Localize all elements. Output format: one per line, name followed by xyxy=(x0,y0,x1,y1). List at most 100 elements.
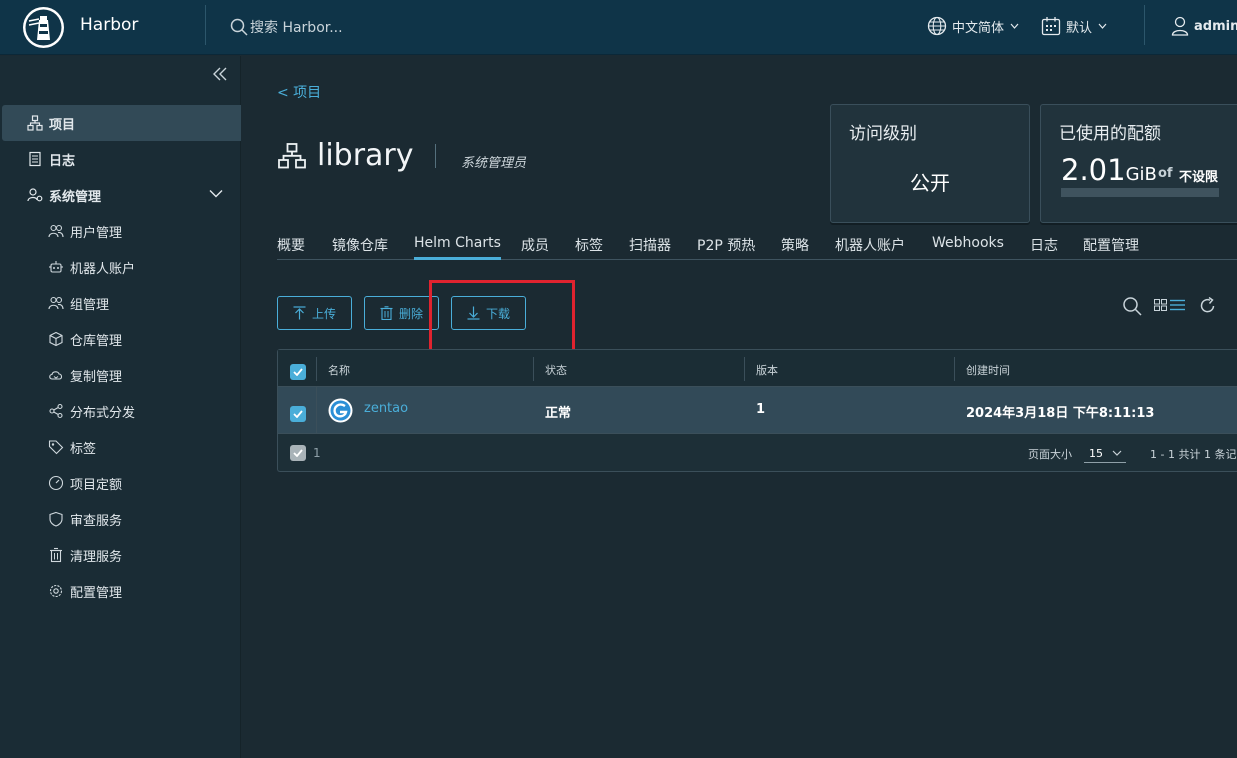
sidebar-item-administration[interactable]: 系统管理 xyxy=(2,177,241,213)
shield-icon xyxy=(49,511,63,527)
quota-used: 2.01GiB xyxy=(1061,153,1157,187)
select-all-checkbox[interactable] xyxy=(290,364,306,380)
user-icon xyxy=(1171,16,1189,36)
tab-scanner[interactable]: 扫描器 xyxy=(629,235,671,255)
sidebar-collapse-button[interactable] xyxy=(212,66,228,85)
harbor-logo-icon[interactable] xyxy=(23,7,64,48)
tab-helm-charts[interactable]: Helm Charts xyxy=(414,235,501,260)
column-header-status[interactable]: 状态 xyxy=(545,362,567,378)
quota-title: 已使用的配额 xyxy=(1059,124,1161,144)
sidebar-item-clean-up[interactable]: 清理服务 xyxy=(2,537,241,573)
column-header-created[interactable]: 创建时间 xyxy=(966,362,1010,378)
sidebar-item-project-quotas[interactable]: 项目定额 xyxy=(2,465,241,501)
tab-summary[interactable]: 概要 xyxy=(277,235,305,255)
tab-repositories[interactable]: 镜像仓库 xyxy=(332,235,388,255)
column-separator[interactable] xyxy=(744,357,745,381)
chart-version: 1 xyxy=(756,402,766,417)
column-header-version[interactable]: 版本 xyxy=(756,362,778,378)
sidebar-item-label: 项目定额 xyxy=(70,477,123,493)
sidebar-item-groups[interactable]: 组管理 xyxy=(2,285,241,321)
view-toggle-icon[interactable] xyxy=(1154,299,1186,311)
table-header: 名称 状态 版本 创建时间 xyxy=(278,350,1237,387)
user-menu[interactable]: admin xyxy=(1171,15,1237,37)
upload-label: 上传 xyxy=(311,306,336,321)
column-separator[interactable] xyxy=(533,357,534,381)
tab-labels[interactable]: 标签 xyxy=(575,235,603,255)
table-row[interactable]: zentao 正常 1 2024年3月18日 下午8:11:13 xyxy=(278,387,1237,434)
row-checkbox[interactable] xyxy=(290,406,306,422)
pagination-range: 1 - 1 共计 1 条记录 xyxy=(1150,448,1237,461)
sidebar-item-label: 用户管理 xyxy=(70,225,123,241)
back-to-projects-link[interactable]: < 项目 xyxy=(277,82,321,102)
dashboard-icon xyxy=(48,475,64,491)
delete-button[interactable]: 删除 xyxy=(364,296,439,330)
user-role: 系统管理员 xyxy=(461,156,527,171)
tab-p2p-preheat[interactable]: P2P 预热 xyxy=(697,235,755,255)
sidebar-item-label: 系统管理 xyxy=(49,189,102,205)
column-separator xyxy=(316,357,317,381)
groups-icon xyxy=(48,296,64,310)
access-level-value: 公开 xyxy=(910,171,950,195)
page-size-label: 页面大小 xyxy=(1028,448,1072,461)
username: admin xyxy=(1194,18,1237,34)
tab-webhooks[interactable]: Webhooks xyxy=(932,235,1004,251)
chevron-down-icon[interactable] xyxy=(209,189,223,198)
calendar-icon xyxy=(1041,17,1061,36)
search-icon xyxy=(230,18,248,36)
sidebar-item-registries[interactable]: 仓库管理 xyxy=(2,321,241,357)
sidebar-item-configuration[interactable]: 配置管理 xyxy=(2,573,241,609)
sidebar-item-label: 日志 xyxy=(49,153,76,169)
project-icon xyxy=(278,143,306,169)
sidebar-item-label: 审查服务 xyxy=(70,513,123,529)
sidebar-item-label: 复制管理 xyxy=(70,369,123,385)
chevron-down-icon xyxy=(1098,23,1107,29)
search-icon[interactable] xyxy=(1122,296,1142,316)
tab-policy[interactable]: 策略 xyxy=(781,235,809,255)
chart-name-link[interactable]: zentao xyxy=(364,401,408,416)
brand-name[interactable]: Harbor xyxy=(80,15,138,35)
column-separator[interactable] xyxy=(954,357,955,381)
check-icon xyxy=(293,410,303,418)
sidebar-item-robot-accounts[interactable]: 机器人账户 xyxy=(2,249,241,285)
sidebar-item-interrogation-services[interactable]: 审查服务 xyxy=(2,501,241,537)
search-placeholder[interactable]: 搜索 Harbor... xyxy=(250,17,343,37)
check-icon xyxy=(293,449,303,457)
tab-configuration[interactable]: 配置管理 xyxy=(1083,235,1139,255)
selection-indicator-checkbox xyxy=(290,445,306,461)
column-header-name[interactable]: 名称 xyxy=(328,362,350,378)
tab-logs[interactable]: 日志 xyxy=(1030,235,1058,255)
users-icon xyxy=(48,224,64,238)
sidebar-item-label: 项目 xyxy=(49,117,76,133)
upload-button[interactable]: 上传 xyxy=(277,296,352,330)
sidebar-item-label: 配置管理 xyxy=(70,585,123,601)
global-search[interactable]: 搜索 Harbor... xyxy=(230,16,343,38)
quota-card: 已使用的配额 2.01GiB of 不设限 xyxy=(1040,104,1237,223)
trash-icon xyxy=(50,547,62,563)
refresh-icon[interactable] xyxy=(1199,297,1216,314)
sidebar-item-logs[interactable]: 日志 xyxy=(2,141,241,177)
datetime-format-label: 默认 xyxy=(1066,20,1093,36)
quota-of: of xyxy=(1158,166,1173,181)
tab-members[interactable]: 成员 xyxy=(521,235,549,255)
datetime-format-selector[interactable]: 默认 xyxy=(1041,15,1107,37)
check-icon xyxy=(293,368,303,376)
table-footer: 1 页面大小 15 1 - 1 共计 1 条记录 xyxy=(278,435,1237,472)
language-selector[interactable]: 中文简体 xyxy=(927,15,1019,37)
column-separator xyxy=(316,387,317,434)
log-icon xyxy=(29,151,41,167)
header-divider xyxy=(1144,5,1145,45)
sidebar-item-labels[interactable]: 标签 xyxy=(2,429,241,465)
page-size-select[interactable]: 15 xyxy=(1084,441,1126,463)
header-divider xyxy=(205,5,206,45)
sidebar-item-label: 分布式分发 xyxy=(70,405,136,421)
tab-robot-accounts[interactable]: 机器人账户 xyxy=(835,235,905,255)
sidebar-item-replications[interactable]: 复制管理 xyxy=(2,357,241,393)
registry-icon xyxy=(49,331,63,347)
robot-icon xyxy=(49,261,63,273)
sidebar-item-users[interactable]: 用户管理 xyxy=(2,213,241,249)
cloud-sync-icon xyxy=(49,371,63,380)
sidebar-item-distributions[interactable]: 分布式分发 xyxy=(2,393,241,429)
sidebar-item-label: 组管理 xyxy=(70,297,110,313)
sidebar-item-projects[interactable]: 项目 xyxy=(2,105,241,141)
access-level-card: 访问级别 公开 xyxy=(830,104,1030,223)
